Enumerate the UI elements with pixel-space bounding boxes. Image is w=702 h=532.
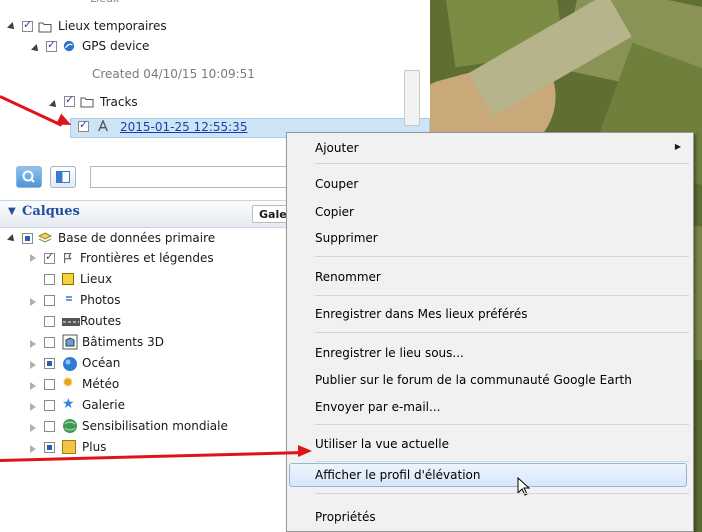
layer-checkbox[interactable] — [44, 250, 55, 264]
created-note: Created 04/10/15 10:09:51 — [92, 67, 255, 81]
tracks-label[interactable]: Tracks — [100, 93, 138, 111]
checkbox-track-item[interactable] — [78, 118, 89, 132]
track-item-label[interactable]: 2015-01-25 12:55:35 — [120, 118, 247, 136]
expand-arrow-icon[interactable] — [7, 234, 17, 244]
menu-item-cut[interactable]: Couper — [315, 173, 683, 195]
expand-arrow-icon[interactable] — [30, 403, 36, 411]
places-scrollbar[interactable] — [404, 70, 420, 126]
layer-label[interactable]: Frontières et légendes — [80, 249, 214, 267]
expand-arrow-icon[interactable] — [30, 361, 36, 369]
checkbox-temp-places[interactable] — [22, 18, 33, 32]
layer-checkbox[interactable] — [44, 379, 55, 390]
menu-separator — [315, 332, 689, 333]
gps-device-icon — [63, 40, 75, 52]
panel-icon — [56, 171, 70, 183]
layers-title: Calques — [22, 204, 80, 219]
photo-icon — [66, 296, 72, 301]
layer-label[interactable]: Sensibilisation mondiale — [82, 417, 228, 435]
gallery-star-icon: ★ — [62, 396, 75, 412]
submenu-arrow-icon: ▶ — [674, 142, 681, 151]
panel-toggle-button[interactable] — [50, 166, 76, 188]
places-top-row: Lieux — [90, 0, 119, 8]
menu-separator — [315, 163, 689, 164]
layer-checkbox[interactable] — [44, 421, 55, 432]
ocean-globe-icon — [63, 357, 77, 371]
gps-device-label[interactable]: GPS device — [82, 37, 149, 55]
database-layers-icon — [38, 232, 52, 243]
expand-arrow-icon[interactable] — [30, 298, 36, 306]
layer-label[interactable]: Lieux — [80, 270, 112, 288]
layer-label[interactable]: Base de données primaire — [58, 229, 215, 247]
layer-checkbox[interactable] — [44, 358, 55, 369]
menu-item-properties[interactable]: Propriétés — [315, 506, 683, 528]
expand-arrow-icon[interactable] — [30, 424, 36, 432]
checkbox-gps-device[interactable] — [46, 38, 57, 52]
layer-checkbox[interactable] — [44, 295, 55, 306]
weather-sun-icon: ✹ — [62, 375, 74, 391]
flag-icon — [64, 252, 72, 264]
place-label-icon — [62, 273, 74, 285]
menu-item-email[interactable]: Envoyer par e-mail... — [315, 396, 683, 418]
menu-separator — [315, 493, 689, 494]
menu-item-save-place-as[interactable]: Enregistrer le lieu sous... — [315, 342, 683, 364]
layer-label[interactable]: Galerie — [82, 396, 125, 414]
layer-checkbox[interactable] — [44, 337, 55, 348]
expand-arrow-icon[interactable] — [30, 445, 36, 453]
menu-item-add[interactable]: Ajouter — [315, 137, 683, 159]
expand-arrow-icon[interactable] — [7, 22, 17, 32]
layer-label[interactable]: Océan — [82, 354, 120, 372]
menu-item-show-elevation-profile[interactable]: Afficher le profil d'élévation — [315, 464, 683, 486]
layer-label[interactable]: Photos — [80, 291, 120, 309]
mouse-cursor-icon — [517, 477, 531, 496]
layer-label[interactable]: Routes — [80, 312, 121, 330]
menu-item-post-to-forum[interactable]: Publier sur le forum de la communauté Go… — [315, 369, 683, 391]
context-menu: Ajouter ▶ Couper Copier Supprimer Renomm… — [286, 132, 694, 532]
menu-separator — [315, 424, 689, 425]
menu-item-rename[interactable]: Renommer — [315, 266, 683, 288]
checkbox-tracks[interactable] — [64, 93, 75, 107]
building-3d-icon — [62, 334, 78, 350]
layer-checkbox[interactable] — [44, 316, 55, 327]
collapse-arrow-icon[interactable]: ▼ — [8, 206, 16, 217]
globe-icon — [63, 419, 77, 433]
layer-checkbox[interactable] — [44, 442, 55, 453]
expand-arrow-icon[interactable] — [49, 100, 59, 110]
layer-label[interactable]: Plus — [82, 438, 106, 456]
layer-checkbox[interactable] — [44, 274, 55, 285]
layer-checkbox[interactable] — [22, 233, 33, 244]
expand-arrow-icon[interactable] — [30, 382, 36, 390]
folder-icon — [38, 22, 52, 33]
menu-separator — [315, 461, 689, 462]
menu-separator — [315, 295, 689, 296]
search-icon — [22, 170, 35, 183]
expand-arrow-icon[interactable] — [30, 340, 36, 348]
layer-label[interactable]: Météo — [82, 375, 119, 393]
road-icon — [62, 318, 80, 326]
menu-item-save-to-my-places[interactable]: Enregistrer dans Mes lieux préférés — [315, 303, 683, 325]
menu-item-use-current-view[interactable]: Utiliser la vue actuelle — [315, 433, 683, 455]
more-folder-icon — [62, 440, 76, 454]
menu-item-copy[interactable]: Copier — [315, 201, 683, 223]
layer-label[interactable]: Bâtiments 3D — [82, 333, 164, 351]
temp-places-label[interactable]: Lieux temporaires — [58, 17, 167, 35]
search-button[interactable] — [16, 166, 42, 188]
track-icon — [98, 120, 108, 132]
menu-item-delete[interactable]: Supprimer — [315, 227, 683, 249]
expand-arrow-icon[interactable] — [31, 44, 41, 54]
search-input[interactable] — [90, 166, 290, 188]
layer-checkbox[interactable] — [44, 400, 55, 411]
expand-arrow-icon[interactable] — [30, 254, 36, 262]
folder-icon — [80, 97, 94, 108]
menu-separator — [315, 256, 689, 257]
